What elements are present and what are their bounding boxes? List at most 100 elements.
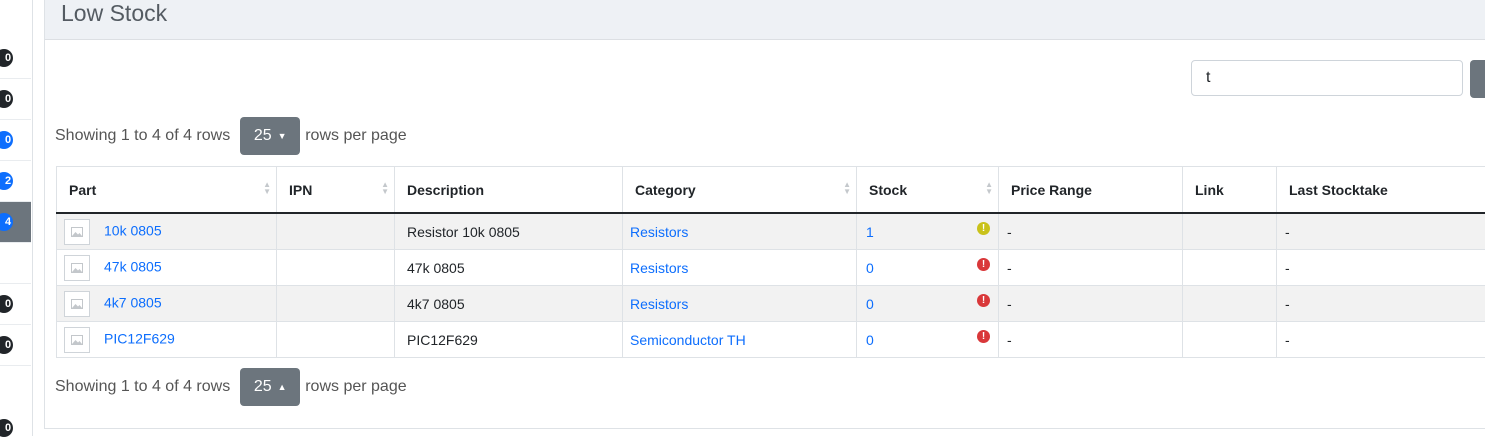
rows-per-page-label: rows per page bbox=[305, 127, 406, 145]
ipn-cell bbox=[277, 250, 395, 286]
price-range-cell: - bbox=[999, 322, 1183, 358]
stock-link[interactable]: 0 bbox=[866, 260, 874, 276]
low-stock-panel: Low Stock Showing 1 to 4 of 4 rows 25 ▼ r… bbox=[44, 0, 1485, 429]
page-size-dropdown[interactable]: 25 ▼ bbox=[240, 117, 300, 155]
table-row: 4k7 0805 4k7 0805 Resistors 0! - - bbox=[57, 286, 1485, 322]
category-cell: Semiconductor TH bbox=[623, 322, 857, 358]
link-cell bbox=[1183, 286, 1277, 322]
table-row: PIC12F629 PIC12F629 Semiconductor TH 0! … bbox=[57, 322, 1485, 358]
category-link[interactable]: Resistors bbox=[630, 260, 688, 276]
part-link[interactable]: PIC12F629 bbox=[104, 330, 175, 346]
sidebar-item-low-stock[interactable]: 4 bbox=[0, 202, 31, 243]
sidebar-item[interactable]: 0 bbox=[0, 120, 31, 161]
stock-cell: 0! bbox=[857, 286, 999, 322]
count-badge: 0 bbox=[0, 90, 13, 108]
out-of-stock-warning-icon: ! bbox=[977, 294, 990, 307]
column-header-ipn[interactable]: IPN▲▼ bbox=[277, 167, 395, 214]
stock-cell: 1! bbox=[857, 213, 999, 250]
ipn-cell bbox=[277, 286, 395, 322]
image-placeholder-icon bbox=[64, 219, 90, 245]
page-size-value: 25 bbox=[254, 378, 272, 396]
count-badge: 2 bbox=[0, 172, 13, 190]
last-stocktake-cell: - bbox=[1277, 322, 1485, 358]
part-link[interactable]: 10k 0805 bbox=[104, 222, 162, 238]
page-title: Low Stock bbox=[61, 0, 167, 27]
column-header-category[interactable]: Category▲▼ bbox=[623, 167, 857, 214]
link-cell bbox=[1183, 250, 1277, 286]
part-link[interactable]: 47k 0805 bbox=[104, 258, 162, 274]
category-link[interactable]: Semiconductor TH bbox=[630, 332, 746, 348]
sort-icon: ▲▼ bbox=[985, 181, 993, 195]
description-cell: PIC12F629 bbox=[395, 322, 623, 358]
low-stock-table: Part▲▼ IPN▲▼ Description Category▲▼ Stoc… bbox=[56, 166, 1485, 358]
column-header-part[interactable]: Part▲▼ bbox=[57, 167, 277, 214]
sidebar-item[interactable]: 0 bbox=[0, 325, 31, 366]
category-link[interactable]: Resistors bbox=[630, 224, 688, 240]
image-placeholder-icon bbox=[64, 255, 90, 281]
sidebar-item[interactable]: 0 bbox=[0, 38, 31, 79]
part-cell: 10k 0805 bbox=[57, 213, 277, 250]
last-stocktake-cell: - bbox=[1277, 213, 1485, 250]
column-header-stock[interactable]: Stock▲▼ bbox=[857, 167, 999, 214]
category-link[interactable]: Resistors bbox=[630, 296, 688, 312]
price-range-cell: - bbox=[999, 213, 1183, 250]
last-stocktake-cell: - bbox=[1277, 250, 1485, 286]
stock-link[interactable]: 0 bbox=[866, 332, 874, 348]
column-header-link: Link bbox=[1183, 167, 1277, 214]
table-header-row: Part▲▼ IPN▲▼ Description Category▲▼ Stoc… bbox=[57, 167, 1485, 214]
count-badge: 4 bbox=[0, 213, 13, 231]
count-badge: 0 bbox=[0, 295, 13, 313]
part-link[interactable]: 4k7 0805 bbox=[104, 294, 162, 310]
page-size-value: 25 bbox=[254, 127, 272, 145]
sort-icon: ▲▼ bbox=[843, 181, 851, 195]
stock-link[interactable]: 0 bbox=[866, 296, 874, 312]
pagination-info: Showing 1 to 4 of 4 rows bbox=[55, 378, 230, 396]
search-input[interactable] bbox=[1191, 60, 1463, 96]
columns-toggle-button[interactable] bbox=[1470, 60, 1485, 98]
description-cell: 47k 0805 bbox=[395, 250, 623, 286]
image-placeholder-icon bbox=[64, 327, 90, 353]
caret-down-icon: ▼ bbox=[278, 131, 287, 141]
image-placeholder-icon bbox=[64, 291, 90, 317]
stock-cell: 0! bbox=[857, 322, 999, 358]
description-cell: Resistor 10k 0805 bbox=[395, 213, 623, 250]
link-cell bbox=[1183, 213, 1277, 250]
sidebar: 0 0 0 2 4 0 0 0 bbox=[0, 0, 33, 436]
ipn-cell bbox=[277, 322, 395, 358]
count-badge: 0 bbox=[0, 49, 13, 67]
part-cell: 4k7 0805 bbox=[57, 286, 277, 322]
stock-link[interactable]: 1 bbox=[866, 224, 874, 240]
ipn-cell bbox=[277, 213, 395, 250]
stock-cell: 0! bbox=[857, 250, 999, 286]
sidebar-item[interactable]: 0 bbox=[0, 79, 31, 120]
sidebar-item[interactable]: 0 bbox=[0, 284, 31, 325]
column-header-last-stocktake: Last Stocktake bbox=[1277, 167, 1485, 214]
count-badge: 0 bbox=[0, 131, 13, 149]
sidebar-item[interactable]: 2 bbox=[0, 161, 31, 202]
pagination-summary-top: Showing 1 to 4 of 4 rows 25 ▼ rows per pa… bbox=[55, 117, 407, 155]
column-header-description: Description bbox=[395, 167, 623, 214]
sort-icon: ▲▼ bbox=[263, 181, 271, 195]
out-of-stock-warning-icon: ! bbox=[977, 330, 990, 343]
last-stocktake-cell: - bbox=[1277, 286, 1485, 322]
part-cell: PIC12F629 bbox=[57, 322, 277, 358]
sidebar-item[interactable]: 0 bbox=[0, 408, 31, 448]
category-cell: Resistors bbox=[623, 286, 857, 322]
page-size-dropdown[interactable]: 25 ▲ bbox=[240, 368, 300, 406]
category-cell: Resistors bbox=[623, 250, 857, 286]
low-stock-warning-icon: ! bbox=[977, 222, 990, 235]
description-cell: 4k7 0805 bbox=[395, 286, 623, 322]
table-row: 10k 0805 Resistor 10k 0805 Resistors 1! … bbox=[57, 213, 1485, 250]
sidebar-item[interactable] bbox=[0, 243, 31, 284]
out-of-stock-warning-icon: ! bbox=[977, 258, 990, 271]
panel-header: Low Stock bbox=[45, 0, 1485, 40]
part-cell: 47k 0805 bbox=[57, 250, 277, 286]
pagination-info: Showing 1 to 4 of 4 rows bbox=[55, 127, 230, 145]
pagination-summary-bottom: Showing 1 to 4 of 4 rows 25▲ rows per pa… bbox=[55, 368, 407, 406]
link-cell bbox=[1183, 322, 1277, 358]
price-range-cell: - bbox=[999, 286, 1183, 322]
category-cell: Resistors bbox=[623, 213, 857, 250]
price-range-cell: - bbox=[999, 250, 1183, 286]
caret-up-icon: ▲ bbox=[278, 382, 287, 392]
sort-icon: ▲▼ bbox=[381, 181, 389, 195]
